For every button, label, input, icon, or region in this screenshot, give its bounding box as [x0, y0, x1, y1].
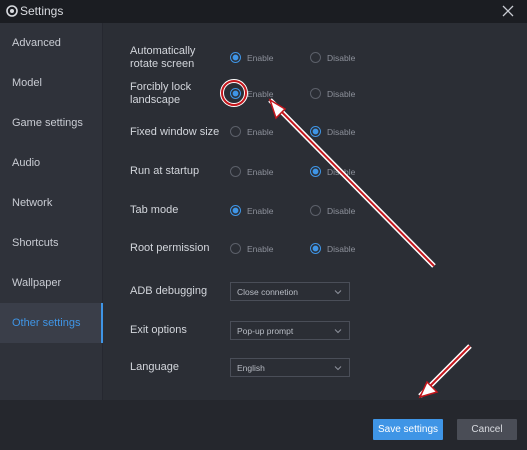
sidebar-item-audio[interactable]: Audio: [0, 143, 103, 183]
auto-rotate-enable-radio[interactable]: [230, 52, 241, 63]
chevron-down-icon: [334, 290, 342, 295]
sidebar-item-advanced[interactable]: Advanced: [0, 23, 103, 63]
root-permission-enable-radio[interactable]: [230, 243, 241, 254]
lock-landscape-enable-label: Enable: [247, 89, 274, 99]
lock-landscape-disable-label: Disable: [327, 89, 356, 99]
run-startup-disable-label: Disable: [327, 167, 356, 177]
setting-label-root-permission: Root permission: [130, 242, 210, 254]
setting-label-auto-rotate: Automatically rotate screen: [130, 45, 196, 70]
run-startup-enable-radio[interactable]: [230, 166, 241, 177]
tab-mode-disable-label: Disable: [327, 206, 356, 216]
lock-landscape-disable-radio[interactable]: [310, 88, 321, 99]
setting-label-tab-mode: Tab mode: [130, 204, 179, 216]
sidebar-item-model[interactable]: Model: [0, 63, 103, 103]
chevron-down-icon: [334, 366, 342, 371]
settings-footer: Save settings Cancel: [0, 400, 527, 450]
setting-label-adb-debugging: ADB debugging: [130, 285, 208, 297]
tab-mode-enable-label: Enable: [247, 206, 274, 216]
sidebar-item-other-settings[interactable]: Other settings: [0, 303, 103, 343]
language-value: English: [237, 362, 265, 373]
setting-label-lock-landscape: Forcibly lock landscape: [130, 81, 192, 106]
fixed-window-enable-radio[interactable]: [230, 126, 241, 137]
auto-rotate-enable-label: Enable: [247, 53, 274, 63]
cancel-button[interactable]: Cancel: [457, 419, 517, 440]
auto-rotate-disable-radio[interactable]: [310, 52, 321, 63]
root-permission-enable-label: Enable: [247, 244, 274, 254]
root-permission-disable-label: Disable: [327, 244, 356, 254]
fixed-window-disable-label: Disable: [327, 127, 356, 137]
settings-content: Automatically rotate screen Enable Disab…: [104, 23, 527, 400]
exit-options-select[interactable]: Pop-up prompt: [230, 321, 350, 340]
chevron-down-icon: [334, 329, 342, 334]
gear-icon: [6, 5, 18, 17]
run-startup-disable-radio[interactable]: [310, 166, 321, 177]
settings-window: Settings Advanced Model Game settings Au…: [0, 0, 527, 450]
run-startup-enable-label: Enable: [247, 167, 274, 177]
save-settings-button[interactable]: Save settings: [373, 419, 443, 440]
close-icon[interactable]: [500, 3, 516, 19]
tab-mode-disable-radio[interactable]: [310, 205, 321, 216]
setting-label-fixed-window-size: Fixed window size: [130, 126, 220, 138]
window-title: Settings: [20, 4, 64, 18]
root-permission-disable-radio[interactable]: [310, 243, 321, 254]
sidebar-item-wallpaper[interactable]: Wallpaper: [0, 263, 103, 303]
sidebar-item-network[interactable]: Network: [0, 183, 103, 223]
exit-options-value: Pop-up prompt: [237, 325, 294, 336]
lock-landscape-enable-radio[interactable]: [230, 88, 241, 99]
language-select[interactable]: English: [230, 358, 350, 377]
adb-debugging-value: Close connetion: [237, 286, 298, 297]
fixed-window-enable-label: Enable: [247, 127, 274, 137]
tab-mode-enable-radio[interactable]: [230, 205, 241, 216]
setting-label-language: Language: [130, 361, 179, 373]
sidebar-item-game-settings[interactable]: Game settings: [0, 103, 103, 143]
sidebar-item-shortcuts[interactable]: Shortcuts: [0, 223, 103, 263]
title-bar: Settings: [0, 0, 527, 23]
setting-label-exit-options: Exit options: [130, 324, 187, 336]
settings-sidebar: Advanced Model Game settings Audio Netwo…: [0, 23, 103, 400]
auto-rotate-disable-label: Disable: [327, 53, 356, 63]
adb-debugging-select[interactable]: Close connetion: [230, 282, 350, 301]
setting-label-run-at-startup: Run at startup: [130, 165, 200, 177]
fixed-window-disable-radio[interactable]: [310, 126, 321, 137]
